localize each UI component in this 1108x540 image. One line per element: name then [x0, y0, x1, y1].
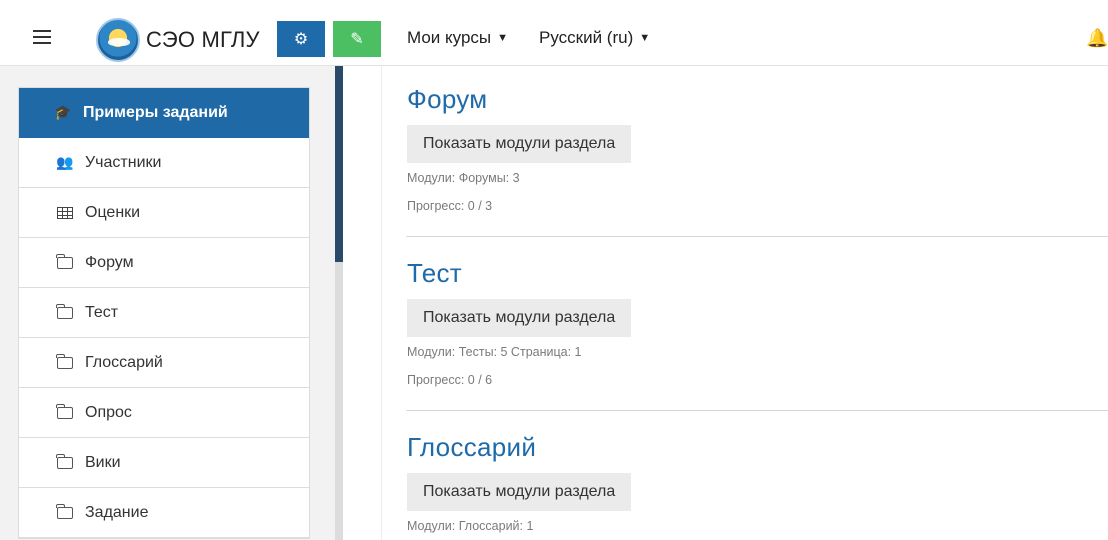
section-divider	[406, 410, 1108, 411]
drawer-item-test[interactable]: Тест	[19, 288, 309, 338]
drawer-item-participants[interactable]: 👥 Участники	[19, 138, 309, 188]
drawer-item-course-home[interactable]: 🎓 Примеры заданий	[19, 88, 309, 138]
drawer-item-label: Глоссарий	[85, 353, 163, 371]
site-brand-link[interactable]: СЭО МГЛУ	[96, 18, 260, 62]
top-navbar: СЭО МГЛУ ⚙ ✎ Мои курсы ▼ Русский (ru) ▼ 🔔	[0, 0, 1108, 66]
folder-icon	[55, 303, 75, 319]
drawer-scrollbar-thumb[interactable]	[335, 66, 343, 262]
bell-icon[interactable]: 🔔	[1086, 28, 1108, 49]
show-section-modules-button[interactable]: Показать модули раздела	[407, 125, 632, 163]
folder-icon	[55, 503, 75, 519]
section-forum: Форум Показать модули раздела Модули: Фо…	[407, 84, 1108, 213]
drawer-item-glossary[interactable]: Глоссарий	[19, 338, 309, 388]
my-courses-label: Мои курсы	[407, 28, 492, 47]
section-title[interactable]: Глоссарий	[407, 432, 1108, 463]
section-modules-summary: Модули: Тесты: 5 Страница: 1	[407, 345, 582, 359]
hamburger-icon[interactable]	[33, 30, 51, 44]
drawer-item-label: Тест	[85, 303, 119, 321]
gears-button[interactable]: ⚙	[277, 21, 325, 57]
edit-mode-button[interactable]: ✎	[333, 21, 381, 57]
section-modules-summary: Модули: Глоссарий: 1	[407, 519, 534, 533]
table-icon	[55, 206, 75, 219]
drawer-item-assignment[interactable]: Задание	[19, 488, 309, 538]
caret-down-icon: ▼	[497, 32, 509, 44]
drawer-item-grades[interactable]: Оценки	[19, 188, 309, 238]
drawer-item-label: Оценки	[85, 203, 141, 221]
language-label: Русский (ru)	[539, 28, 634, 47]
section-divider	[406, 236, 1108, 237]
show-section-modules-button[interactable]: Показать модули раздела	[407, 473, 632, 511]
site-logo	[96, 18, 140, 62]
folder-icon	[55, 353, 75, 369]
drawer-item-label: Форум	[85, 253, 134, 271]
section-test: Тест Показать модули раздела Модули: Тес…	[407, 258, 1108, 387]
folder-icon	[55, 253, 75, 269]
section-glossary: Глоссарий Показать модули раздела Модули…	[407, 432, 1108, 533]
main-content: Форум Показать модули раздела Модули: Фо…	[343, 66, 1108, 540]
site-name: СЭО МГЛУ	[146, 27, 260, 52]
drawer-item-label: Задание	[85, 503, 149, 521]
language-menu[interactable]: Русский (ru) ▼	[539, 28, 650, 48]
show-section-modules-button[interactable]: Показать модули раздела	[407, 299, 632, 337]
edit-icon: ✎	[350, 31, 364, 48]
users-icon: 👥	[56, 154, 74, 170]
drawer-item-forum[interactable]: Форум	[19, 238, 309, 288]
drawer-item-label: Участники	[85, 153, 162, 171]
drawer-list: 🎓 Примеры заданий 👥 Участники Оценки Фор…	[18, 87, 310, 539]
caret-down-icon: ▼	[639, 32, 651, 44]
my-courses-menu[interactable]: Мои курсы ▼	[407, 28, 508, 48]
graduation-cap-icon: 🎓	[54, 104, 72, 120]
section-progress: Прогресс: 0 / 6	[407, 373, 493, 387]
drawer-item-label: Вики	[85, 453, 121, 471]
drawer-item-label: Примеры заданий	[83, 103, 228, 121]
folder-icon	[55, 453, 75, 469]
drawer-item-survey[interactable]: Опрос	[19, 388, 309, 438]
drawer-item-wiki[interactable]: Вики	[19, 438, 309, 488]
section-modules-summary: Модули: Форумы: 3	[407, 171, 520, 185]
folder-icon	[55, 403, 75, 419]
course-sections: Форум Показать модули раздела Модули: Фо…	[381, 66, 1108, 540]
gears-icon: ⚙	[293, 31, 309, 48]
nav-drawer: 🎓 Примеры заданий 👥 Участники Оценки Фор…	[0, 66, 343, 540]
section-progress: Прогресс: 0 / 3	[407, 199, 493, 213]
drawer-item-label: Опрос	[85, 403, 132, 421]
section-title[interactable]: Тест	[407, 258, 1108, 289]
drawer-scrollbar[interactable]	[335, 66, 343, 540]
section-title[interactable]: Форум	[407, 84, 1108, 115]
